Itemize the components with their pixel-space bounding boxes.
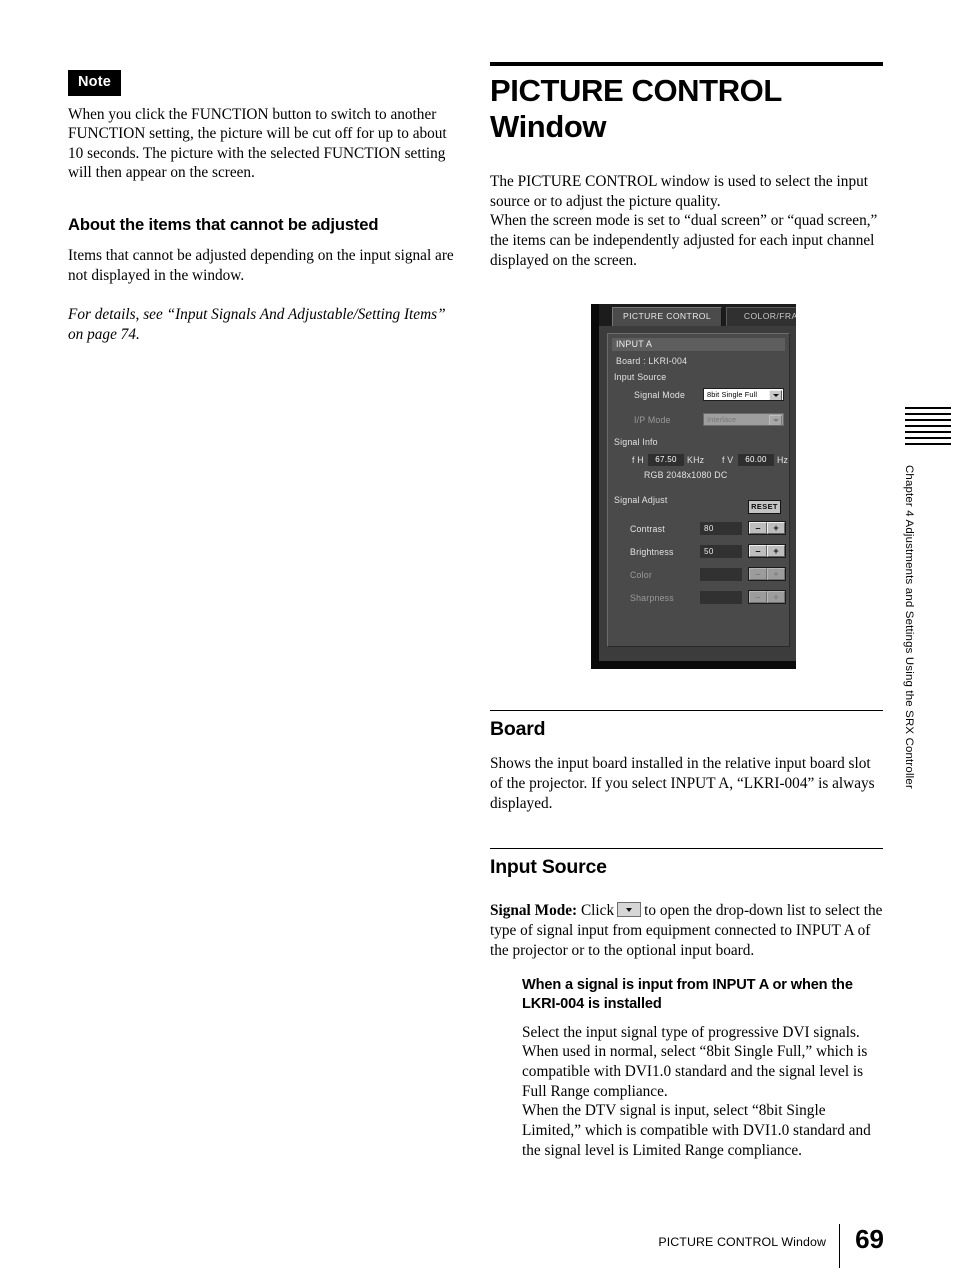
side-bar-6	[905, 437, 951, 439]
contrast-stepper[interactable]: – +	[748, 521, 786, 535]
reset-button[interactable]: RESET	[748, 500, 781, 514]
subheading-input-a: When a signal is input from INPUT A or w…	[522, 977, 853, 1013]
tab-bar: PICTURE CONTROL COLOR/FRAM	[599, 304, 796, 326]
fv-label: f V	[722, 455, 734, 465]
fv-value: 60.00	[738, 454, 774, 466]
signal-mode-term: Signal Mode:	[490, 902, 578, 920]
side-bar-5	[905, 431, 951, 433]
left-column: Note When you click the FUNCTION button …	[68, 70, 458, 345]
board-row-label: Board : LKRI-004	[616, 356, 688, 366]
side-tab-label: Chapter 4 Adjustments and Settings Using…	[903, 465, 915, 789]
brightness-plus-button[interactable]: +	[767, 545, 785, 557]
color-plus-button: +	[767, 568, 785, 580]
side-bar-7	[905, 443, 951, 445]
contrast-plus-button[interactable]: +	[767, 522, 785, 534]
ip-mode-dropdown: Interlace	[703, 413, 784, 426]
side-bar-2	[905, 413, 951, 415]
sharpness-value	[700, 591, 742, 604]
about-items-body-text: Items that cannot be adjusted depending …	[68, 247, 454, 284]
input-source-group-label: Input Source	[614, 372, 667, 382]
picture-control-panel: INPUT A Board : LKRI-004 Input Source Si…	[607, 333, 790, 647]
cross-reference-text: For details, see “Input Signals And Adju…	[68, 306, 446, 343]
heading-about-items: About the items that cannot be adjusted	[68, 215, 379, 235]
heading-input-source: Input Source	[490, 856, 607, 878]
note-body-text: When you click the FUNCTION button to sw…	[68, 105, 447, 182]
tab-color-frame[interactable]: COLOR/FRAM	[726, 307, 796, 326]
heading-board: Board	[490, 718, 546, 740]
brightness-stepper[interactable]: – +	[748, 544, 786, 558]
fh-value: 67.50	[648, 454, 684, 466]
page-number: 69	[855, 1224, 884, 1254]
contrast-value: 80	[700, 522, 742, 535]
signal-mode-value: 8bit Single Full	[707, 390, 758, 399]
board-section: Board Shows the input board installed in…	[490, 710, 883, 813]
ip-mode-label: I/P Mode	[634, 415, 671, 425]
input-source-rule	[490, 848, 883, 849]
color-value	[700, 568, 742, 581]
board-body-text: Shows the input board installed in the r…	[490, 755, 875, 812]
sharpness-minus-button: –	[749, 591, 767, 603]
input-a-header: INPUT A	[612, 338, 785, 351]
chapter-side-tab: Chapter 4 Adjustments and Settings Using…	[903, 407, 951, 789]
page-footer: PICTURE CONTROL Window 69	[490, 1224, 884, 1268]
signal-adjust-group-label: Signal Adjust	[614, 495, 668, 505]
dropdown-button-icon[interactable]	[617, 902, 642, 918]
brightness-minus-button[interactable]: –	[749, 545, 767, 557]
note-badge: Note	[68, 70, 122, 96]
signal-format-line: RGB 2048x1080 DC	[644, 470, 728, 480]
brightness-value: 50	[700, 545, 742, 558]
page-title: PICTURE CONTROL Window	[490, 73, 782, 144]
color-minus-button: –	[749, 568, 767, 580]
fh-unit: KHz	[687, 455, 705, 465]
signal-mode-label: Signal Mode	[634, 390, 686, 400]
input-source-section: Input Source Signal Mode: Click to open t…	[490, 848, 883, 1160]
chevron-down-icon[interactable]	[769, 390, 782, 400]
title-rule	[490, 62, 883, 66]
intro-paragraph: The PICTURE CONTROL window is used to se…	[490, 172, 878, 269]
right-column: PICTURE CONTROL Window The PICTURE CONTR…	[490, 62, 883, 270]
contrast-minus-button[interactable]: –	[749, 522, 767, 534]
sharpness-plus-button: +	[767, 591, 785, 603]
picture-control-window-screenshot: PICTURE CONTROL COLOR/FRAM INPUT A Board…	[591, 304, 796, 669]
signal-mode-click-word: Click	[580, 902, 615, 920]
window-body: PICTURE CONTROL COLOR/FRAM INPUT A Board…	[599, 304, 796, 661]
side-tab-bars	[905, 407, 951, 445]
footer-divider	[838, 1224, 840, 1268]
side-bar-1	[905, 407, 951, 409]
contrast-label: Contrast	[630, 524, 665, 534]
signal-mode-dropdown[interactable]: 8bit Single Full	[703, 388, 784, 401]
subbody-input-a: Select the input signal type of progress…	[522, 1023, 871, 1159]
sharpness-label: Sharpness	[630, 593, 674, 603]
board-rule	[490, 710, 883, 711]
fh-label: f H	[632, 455, 644, 465]
sharpness-stepper: – +	[748, 590, 786, 604]
color-stepper: – +	[748, 567, 786, 581]
side-bar-3	[905, 419, 951, 421]
chevron-down-icon-disabled	[769, 415, 782, 425]
footer-running-title: PICTURE CONTROL Window	[658, 1235, 826, 1249]
side-bar-4	[905, 425, 951, 427]
ip-mode-value: Interlace	[707, 415, 737, 424]
fv-unit: Hz	[777, 455, 789, 465]
tab-picture-control[interactable]: PICTURE CONTROL	[612, 307, 722, 326]
brightness-label: Brightness	[630, 547, 674, 557]
signal-mode-paragraph: Signal Mode: Click to open the drop-down …	[490, 901, 883, 960]
color-label: Color	[630, 570, 653, 580]
signal-info-group-label: Signal Info	[614, 437, 658, 447]
